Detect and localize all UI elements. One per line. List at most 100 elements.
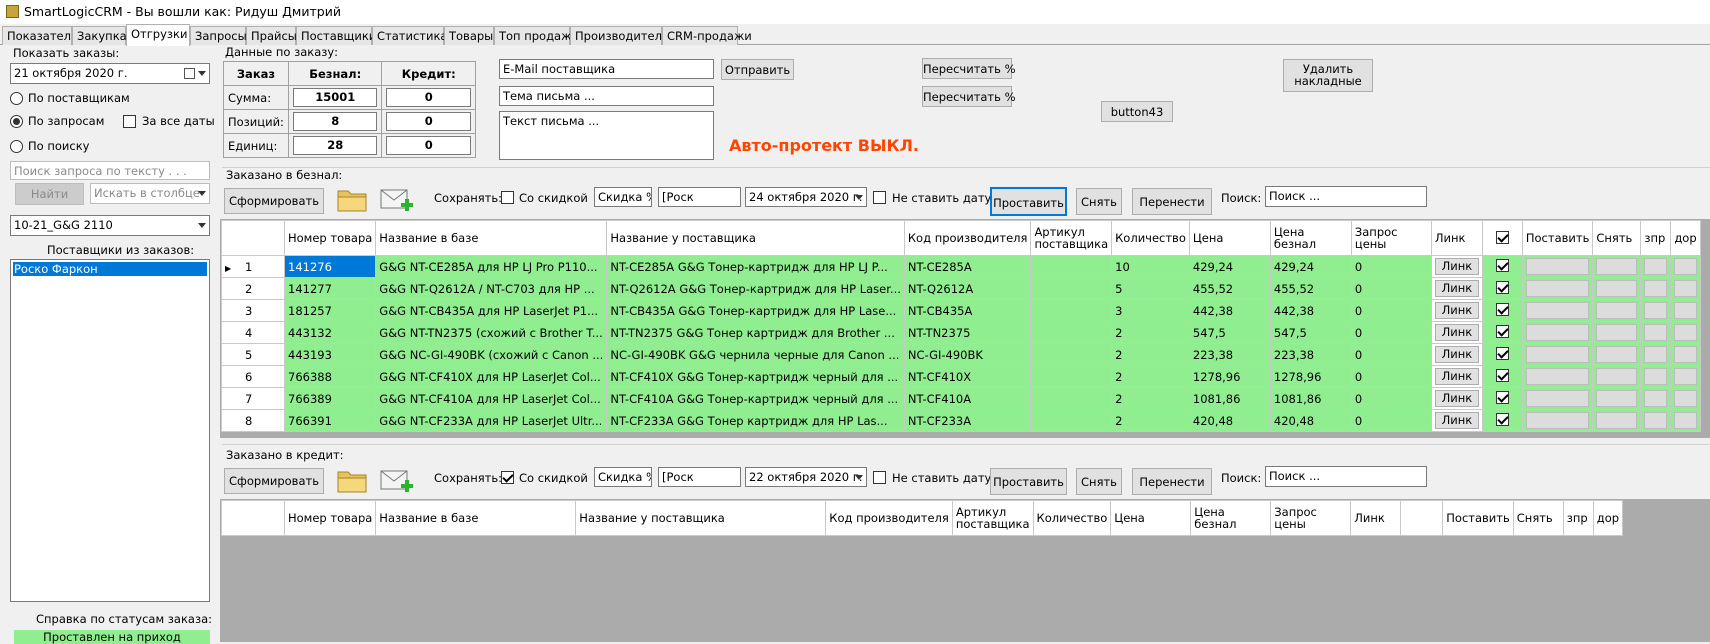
radio-by-suppliers[interactable] — [10, 92, 23, 105]
calendar-icon[interactable] — [184, 68, 195, 79]
cell-item-no[interactable]: 443193 — [283, 343, 377, 366]
cell-name-supplier[interactable]: NT-Q2612A G&G Тонер-картридж для HP Lase… — [606, 277, 905, 300]
cell-price[interactable]: 223,38 — [1188, 343, 1271, 366]
cell-price-request[interactable]: 0 — [1350, 277, 1432, 300]
cell-qty[interactable]: 2 — [1111, 343, 1190, 366]
cell-price[interactable]: 1081,86 — [1188, 387, 1271, 410]
remove-cell-button[interactable] — [1596, 258, 1638, 275]
header-remove[interactable]: Снять — [1512, 500, 1564, 536]
set-cell-button[interactable] — [1525, 258, 1590, 275]
remove-button[interactable]: Снять — [1076, 188, 1122, 215]
tab-suppliers[interactable]: Поставщики — [296, 26, 376, 45]
cell-qty[interactable]: 2 — [1111, 409, 1190, 432]
table-row[interactable]: 4 443132 G&G NT-TN2375 (схожий с Brother T… — [221, 321, 1701, 344]
header-price[interactable]: Цена — [1188, 220, 1271, 256]
header-name-db[interactable]: Название в базе — [375, 220, 608, 256]
supplier-prefix-field[interactable]: [Роск — [658, 187, 741, 207]
cell-name-supplier[interactable]: NT-CF233A G&G Тонер картридж для HP Las.… — [606, 409, 905, 432]
row-header[interactable]: 7 — [221, 387, 285, 410]
tab-top-sales[interactable]: Топ продаж — [494, 26, 571, 45]
table-row[interactable]: 2 141277 G&G NT-Q2612A / NT-C703 для HP ..… — [221, 277, 1701, 300]
header-zpr[interactable]: зпр — [1562, 500, 1594, 536]
list-item[interactable]: Роско Фаркон — [13, 262, 207, 276]
header-price-cashless[interactable]: Цена безнал — [1190, 500, 1272, 536]
row-header[interactable]: 5 — [221, 343, 285, 366]
cell-price-request[interactable]: 0 — [1350, 409, 1432, 432]
remove-cell-button[interactable] — [1596, 390, 1638, 407]
link-button[interactable]: Линк — [1434, 302, 1479, 319]
cell-price-cashless[interactable]: 1278,96 — [1269, 365, 1352, 388]
cell-sku[interactable] — [1030, 365, 1113, 388]
row-checkbox[interactable] — [1495, 280, 1509, 294]
with-discount-checkbox[interactable] — [501, 191, 514, 204]
radio-by-search[interactable] — [10, 140, 23, 153]
cell-price[interactable]: 455,52 — [1188, 277, 1271, 300]
request-search-input[interactable]: Поиск запроса по тексту . . . — [10, 161, 210, 180]
chevron-down-icon[interactable] — [198, 71, 206, 76]
mail-add-icon[interactable] — [380, 186, 414, 214]
cell-sku[interactable] — [1030, 255, 1113, 278]
cell-name-supplier[interactable]: NT-CE285A G&G Тонер-картридж для HP LJ P… — [606, 255, 905, 278]
header-qty[interactable]: Количество — [1032, 500, 1112, 536]
dor-cell-button[interactable] — [1674, 412, 1697, 429]
cell-name-db[interactable]: G&G NT-TN2375 (схожий с Brother T... — [375, 321, 608, 344]
cell-price-request[interactable]: 0 — [1350, 387, 1432, 410]
dor-cell-button[interactable] — [1674, 368, 1697, 385]
cell-mfr-code[interactable]: NT-CE285A — [903, 255, 1032, 278]
set-cell-button[interactable] — [1525, 280, 1590, 297]
table-row[interactable]: 7 766389 G&G NT-CF410A для HP LaserJet Col… — [221, 387, 1701, 410]
row-header[interactable]: 3 — [221, 299, 285, 322]
cell-price-cashless[interactable]: 420,48 — [1269, 409, 1352, 432]
email-body-field[interactable]: Текст письма ... — [499, 111, 714, 160]
form-cashless-button[interactable]: Сформировать — [224, 188, 324, 214]
header-qty[interactable]: Количество — [1111, 220, 1190, 256]
with-discount-checkbox[interactable] — [501, 471, 514, 484]
order-select[interactable]: 10-21_G&G 2110 — [10, 215, 210, 236]
header-set[interactable]: Поставить — [1442, 500, 1514, 536]
header-remove[interactable]: Снять — [1592, 220, 1642, 256]
no-date-checkbox[interactable] — [873, 471, 886, 484]
header-name-supplier[interactable]: Название у поставщика — [575, 500, 827, 536]
credit-date-picker[interactable]: 22 октября 2020 г. — [745, 467, 867, 487]
cell-mfr-code[interactable]: NT-CF410A — [903, 387, 1032, 410]
header-link[interactable]: Линк — [1430, 220, 1483, 256]
chevron-down-icon[interactable] — [855, 195, 863, 200]
cell-price-cashless[interactable]: 442,38 — [1269, 299, 1352, 322]
find-button[interactable]: Найти — [15, 183, 84, 205]
cell-name-supplier[interactable]: NT-CF410A G&G Тонер-картридж черный для … — [606, 387, 905, 410]
cell-name-db[interactable]: G&G NT-CE285A для HP LJ Pro P110... — [375, 255, 608, 278]
set-cell-button[interactable] — [1525, 390, 1590, 407]
link-button[interactable]: Линк — [1434, 412, 1479, 429]
link-button[interactable]: Линк — [1434, 280, 1479, 297]
set-cell-button[interactable] — [1525, 302, 1590, 319]
row-checkbox[interactable] — [1495, 412, 1509, 426]
remove-button[interactable]: Снять — [1076, 468, 1122, 495]
row-header[interactable]: 2 — [221, 277, 285, 300]
set-cell-button[interactable] — [1525, 368, 1590, 385]
zpr-cell-button[interactable] — [1644, 368, 1668, 385]
cell-sku[interactable] — [1030, 299, 1113, 322]
header-item-no[interactable]: Номер товара — [283, 500, 377, 536]
header-sku[interactable]: Артикул поставщика — [1030, 220, 1113, 256]
cell-sku[interactable] — [1030, 409, 1113, 432]
remove-cell-button[interactable] — [1596, 368, 1638, 385]
zpr-cell-button[interactable] — [1644, 280, 1668, 297]
set-cell-button[interactable] — [1525, 346, 1590, 363]
dor-cell-button[interactable] — [1674, 302, 1697, 319]
remove-cell-button[interactable] — [1596, 412, 1638, 429]
header-price[interactable]: Цена — [1110, 500, 1192, 536]
tab-indicators[interactable]: Показатели — [2, 26, 78, 45]
set-cell-button[interactable] — [1525, 324, 1590, 341]
header-name-db[interactable]: Название в базе — [375, 500, 577, 536]
cell-item-no[interactable]: 766391 — [283, 409, 377, 432]
dor-cell-button[interactable] — [1674, 346, 1697, 363]
no-date-checkbox[interactable] — [873, 191, 886, 204]
tab-prices[interactable]: Прайсы — [246, 26, 297, 45]
cell-qty[interactable]: 5 — [1111, 277, 1190, 300]
row-checkbox[interactable] — [1495, 390, 1509, 404]
table-row[interactable]: 8 766391 G&G NT-CF233A для HP LaserJet Ult… — [221, 409, 1701, 432]
dor-cell-button[interactable] — [1674, 258, 1697, 275]
cell-price[interactable]: 1278,96 — [1188, 365, 1271, 388]
email-subject-field[interactable]: Тема письма ... — [499, 86, 714, 106]
date-picker[interactable]: 21 октября 2020 г. — [10, 63, 210, 84]
